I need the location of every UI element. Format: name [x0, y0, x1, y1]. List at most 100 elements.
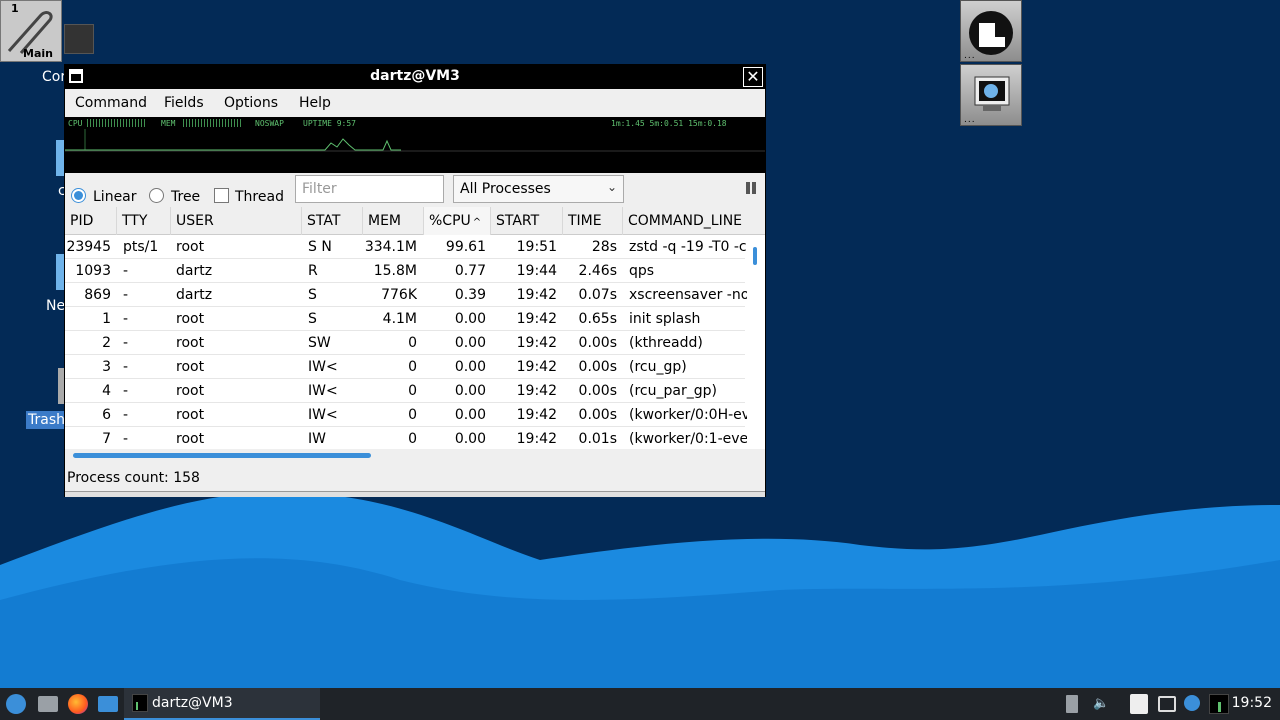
- dock-dots: ...: [964, 51, 976, 61]
- network-icon[interactable]: [56, 254, 64, 290]
- cell-mem: 0: [408, 335, 417, 351]
- tree-label[interactable]: Tree: [171, 189, 200, 205]
- column-cpu[interactable]: %CPU ^: [424, 207, 491, 235]
- update-icon[interactable]: [1184, 695, 1200, 711]
- sort-ascending-icon: ^: [472, 217, 482, 228]
- thread-checkbox[interactable]: [214, 188, 229, 203]
- column-start[interactable]: START: [491, 207, 563, 235]
- process-filter-select[interactable]: All Processes ⌄: [453, 175, 624, 203]
- cell-mem: 0: [408, 383, 417, 399]
- cell-start: 19:42: [516, 359, 557, 375]
- cell-cpu: 0.00: [454, 383, 486, 399]
- status-bar: Process count: 158: [65, 465, 765, 491]
- column-mem[interactable]: MEM: [363, 207, 424, 235]
- start-menu-icon[interactable]: [6, 694, 26, 714]
- workspace-name: Main: [23, 47, 53, 60]
- file-manager-icon[interactable]: [38, 696, 58, 712]
- filter-input[interactable]: [295, 175, 444, 203]
- clipboard-icon[interactable]: [1066, 695, 1078, 713]
- menu-help[interactable]: Help: [299, 95, 331, 111]
- notes-icon[interactable]: [1130, 694, 1148, 714]
- cell-user: root: [176, 383, 205, 399]
- cell-pid: 1: [102, 311, 111, 327]
- table-row[interactable]: 1093- dartz R 15.8M 0.77 19:44 2.46s qps: [65, 259, 745, 283]
- column-time[interactable]: TIME: [563, 207, 623, 235]
- dock-tile-1[interactable]: ...: [960, 0, 1022, 62]
- cell-time: 0.00s: [578, 359, 617, 375]
- network-tray-icon[interactable]: [1158, 696, 1176, 712]
- column-pid[interactable]: PID: [65, 207, 117, 235]
- cell-cpu: 0.00: [454, 359, 486, 375]
- table-row[interactable]: 23945 pts/1 root S N 334.1M 99.61 19:51 28s zstd…: [65, 235, 747, 259]
- table-row[interactable]: 869- dartz S 776K 0.39 19:42 0.07s xscreensaver…: [65, 283, 747, 307]
- linear-radio[interactable]: [71, 188, 86, 203]
- cell-user: root: [176, 239, 205, 255]
- cell-pid: 869: [84, 287, 111, 303]
- table-row[interactable]: 6- root IW< 0 0.00 19:42 0.00s (kworker/0:0H-ev: [65, 403, 747, 427]
- column-command-line[interactable]: COMMAND_LINE: [623, 207, 765, 235]
- volume-icon[interactable]: 🔈: [1093, 697, 1109, 711]
- table-row[interactable]: 4- root IW< 0 0.00 19:42 0.00s (rcu_par_gp): [65, 379, 745, 403]
- column-user[interactable]: USER: [171, 207, 302, 235]
- cell-stat: R: [308, 263, 318, 279]
- horizontal-scrollbar[interactable]: [73, 453, 371, 458]
- cell-time: 2.46s: [578, 263, 617, 279]
- cell-mem: 0: [408, 359, 417, 375]
- dock-tile-2[interactable]: ...: [960, 64, 1022, 126]
- table-row[interactable]: 7- root IW 0 0.00 19:42 0.01s (kworker/0:1-eve: [65, 427, 747, 451]
- taskbar-task-qps[interactable]: dartz@VM3: [124, 688, 320, 720]
- column-stat[interactable]: STAT: [302, 207, 363, 235]
- cell-pid: 3: [102, 359, 111, 375]
- table-row[interactable]: 1- root S 4.1M 0.00 19:42 0.65s init splash: [65, 307, 745, 331]
- computer-label: Cor: [42, 69, 67, 85]
- show-desktop-icon[interactable]: [98, 696, 118, 712]
- process-filter-value: All Processes: [460, 181, 551, 197]
- cell-tty: -: [123, 431, 129, 447]
- vertical-scrollbar[interactable]: [753, 247, 757, 265]
- firefox-icon[interactable]: [68, 694, 88, 714]
- pause-icon[interactable]: [745, 182, 757, 194]
- close-button[interactable]: ✕: [743, 67, 763, 87]
- cell-user: dartz: [176, 263, 213, 279]
- computer-icon[interactable]: [64, 24, 94, 54]
- thread-label[interactable]: Thread: [235, 189, 284, 205]
- cell-start: 19:42: [516, 311, 557, 327]
- cell-tty: pts/1: [123, 239, 159, 255]
- cell-mem: 0: [408, 431, 417, 447]
- cell-pid: 2: [102, 335, 111, 351]
- system-monitor-icon[interactable]: [1209, 694, 1229, 714]
- workspace-pager[interactable]: 1 Main: [0, 0, 62, 62]
- table-header: PID TTY USER STAT MEM %CPU ^ START TIME C…: [65, 207, 765, 235]
- cell-stat: IW<: [308, 383, 338, 399]
- cell-stat: SW: [308, 335, 331, 351]
- cell-tty: -: [123, 287, 129, 303]
- cell-cmd: xscreensaver -no-: [629, 287, 747, 303]
- cell-mem: 4.1M: [382, 311, 417, 327]
- qps-window: dartz@VM3 ✕ Command Fields Options Help …: [64, 64, 766, 497]
- home-folder-icon[interactable]: [56, 140, 64, 176]
- menu-fields[interactable]: Fields: [164, 95, 204, 111]
- clock[interactable]: 19:52: [1232, 695, 1272, 711]
- column-label: START: [496, 213, 540, 229]
- task-label: dartz@VM3: [152, 695, 233, 711]
- table-row[interactable]: 2- root SW 0 0.00 19:42 0.00s (kthreadd): [65, 331, 745, 355]
- menu-options[interactable]: Options: [224, 95, 278, 111]
- cell-user: root: [176, 431, 205, 447]
- window-resize-border[interactable]: [65, 491, 765, 497]
- tree-radio[interactable]: [149, 188, 164, 203]
- column-label: %CPU: [429, 213, 471, 229]
- cell-start: 19:42: [516, 383, 557, 399]
- column-tty[interactable]: TTY: [117, 207, 171, 235]
- cell-user: root: [176, 359, 205, 375]
- linear-label[interactable]: Linear: [93, 189, 137, 205]
- column-label: TTY: [122, 213, 148, 229]
- cell-time: 28s: [591, 239, 617, 255]
- title-bar[interactable]: dartz@VM3 ✕: [65, 65, 765, 89]
- table-row[interactable]: 3- root IW< 0 0.00 19:42 0.00s (rcu_gp): [65, 355, 745, 379]
- cell-stat: IW: [308, 431, 326, 447]
- cell-start: 19:42: [516, 335, 557, 351]
- cell-stat: IW<: [308, 359, 338, 375]
- column-label: MEM: [368, 213, 402, 229]
- menu-command[interactable]: Command: [75, 95, 147, 111]
- trash-label[interactable]: Trash: [26, 411, 67, 429]
